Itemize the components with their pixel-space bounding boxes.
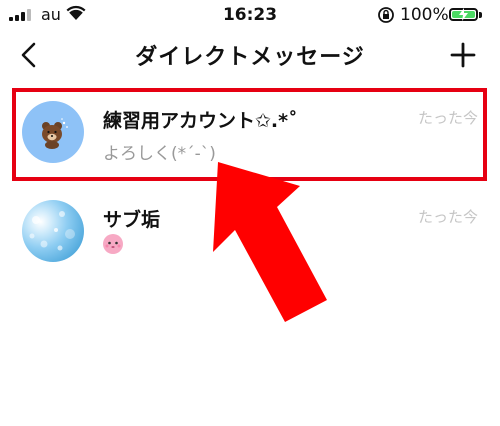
conversation-row[interactable]: サブ垢 たった今 <box>0 183 500 283</box>
pink-face-sticker-icon <box>103 234 123 254</box>
conversation-row[interactable]: 練習用アカウント✩.*˚ よろしく(*´-`) たった今 <box>0 84 500 184</box>
plus-icon[interactable] <box>448 40 478 70</box>
bokeh-pattern <box>29 211 75 251</box>
battery-nub <box>479 12 482 18</box>
message-preview: よろしく(*´-`) <box>103 144 216 164</box>
orientation-lock-icon <box>378 7 394 23</box>
navigation-bar: ダイレクトメッセージ <box>0 30 500 80</box>
battery-percent: 100% <box>400 5 449 25</box>
bolt-icon <box>459 8 468 21</box>
bear-icon <box>42 118 68 149</box>
battery-charging-icon <box>449 8 478 21</box>
conversation-name: 練習用アカウント✩.*˚ <box>103 110 298 132</box>
conversation-name: サブ垢 <box>103 209 161 231</box>
blue-bokeh-avatar-icon <box>22 200 84 262</box>
timestamp: たった今 <box>417 208 478 226</box>
status-bar: au 16:23 100% <box>0 0 500 30</box>
page-title: ダイレクトメッセージ <box>135 45 365 70</box>
timestamp: たった今 <box>417 109 478 127</box>
bear-avatar-icon <box>22 101 84 163</box>
